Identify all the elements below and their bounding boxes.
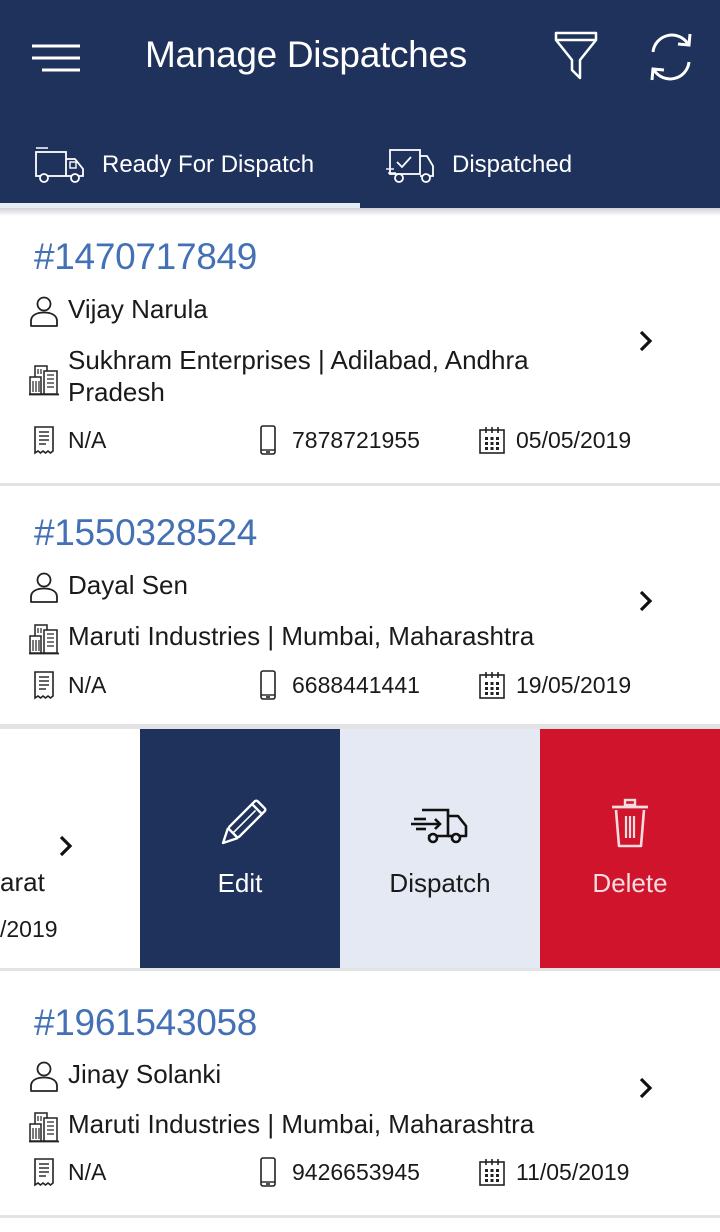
phone-icon (254, 670, 282, 700)
receipt-icon (30, 425, 58, 455)
phone-meta: 9426653945 (254, 1157, 420, 1187)
menu-button[interactable] (30, 38, 82, 78)
chevron-right-icon[interactable] (634, 1073, 658, 1103)
tab-label: Ready For Dispatch (102, 151, 315, 178)
building-icon (28, 621, 60, 655)
company-location: Maruti Industries | Mumbai, Maharashtra (68, 1109, 535, 1139)
date-value: 05/05/2019 (516, 426, 632, 453)
phone-value: 7878721955 (292, 426, 420, 453)
chevron-right-icon[interactable] (634, 586, 658, 616)
invoice-meta: N/A (30, 670, 106, 700)
user-icon (28, 1059, 60, 1093)
building-icon (28, 362, 60, 396)
invoice-meta: N/A (30, 425, 106, 455)
company-location: Sukhram Enterprises | Adilabad, Andhra (68, 345, 529, 375)
tab-ready-for-dispatch[interactable]: Ready For Dispatch (34, 130, 314, 200)
customer-name: Dayal Sen (68, 570, 188, 600)
date-value: 19/05/2019 (516, 671, 632, 698)
order-card[interactable]: #1470717849 Vijay Narula Sukhram Enterpr… (0, 216, 720, 486)
date-fragment: /2019 (0, 916, 58, 942)
phone-meta: 6688441441 (254, 670, 420, 700)
refresh-icon (650, 33, 692, 81)
trash-icon (612, 798, 648, 848)
order-id: #1470717849 (34, 236, 258, 277)
building-icon (28, 1109, 60, 1143)
phone-icon (254, 425, 282, 455)
user-icon (28, 570, 60, 604)
tab-label: Dispatched (452, 151, 573, 178)
refresh-button[interactable] (644, 30, 698, 84)
order-card[interactable]: #1550328524 Dayal Sen Maruti Industries … (0, 486, 720, 727)
app-bar: Manage Dispatches Ready For Dispatch Dis… (0, 0, 720, 208)
truck-check-icon (386, 149, 434, 183)
date-meta: 05/05/2019 (478, 425, 631, 455)
calendar-icon (478, 1157, 506, 1187)
invoice-meta: N/A (30, 1157, 106, 1187)
receipt-icon (30, 1157, 58, 1187)
customer-row: Dayal Sen (28, 570, 188, 604)
customer-name: Vijay Narula (68, 294, 208, 324)
phone-meta: 7878721955 (254, 425, 420, 455)
customer-row: Jinay Solanki (28, 1059, 221, 1093)
company-row: Sukhram Enterprises | Adilabad, Andhra P… (28, 344, 529, 408)
dispatch-button[interactable]: Dispatch (340, 729, 540, 968)
edit-button[interactable]: Edit (140, 729, 340, 968)
truck-icon (35, 147, 84, 183)
customer-row: Vijay Narula (28, 294, 208, 328)
tab-dispatched[interactable]: Dispatched (384, 130, 572, 200)
company-location: Maruti Industries | Mumbai, Maharashtra (68, 621, 535, 651)
location-fragment: arat (0, 867, 45, 897)
filter-button[interactable] (553, 30, 599, 82)
company-location-cont: Pradesh (68, 377, 165, 407)
dispatch-label: Dispatch (389, 868, 491, 898)
calendar-icon (478, 670, 506, 700)
phone-value: 6688441441 (292, 671, 420, 698)
invoice-value: N/A (68, 1158, 107, 1185)
user-icon (28, 294, 60, 328)
chevron-right-icon[interactable] (634, 326, 658, 356)
calendar-icon (478, 425, 506, 455)
company-row: Maruti Industries | Mumbai, Maharashtra (28, 621, 534, 655)
order-id: #1961543058 (34, 1002, 258, 1043)
edit-label: Edit (217, 868, 263, 898)
appbar-shadow (0, 208, 720, 216)
order-card[interactable]: #1961543058 Jinay Solanki Maruti Industr… (0, 973, 720, 1218)
chevron-right-icon[interactable] (54, 831, 78, 861)
invoice-value: N/A (68, 426, 107, 453)
phone-icon (254, 1157, 282, 1187)
order-card-peek[interactable]: arat /2019 (0, 729, 140, 968)
delete-button[interactable]: Delete (540, 729, 720, 968)
invoice-value: N/A (68, 671, 107, 698)
page-title: Manage Dispatches (145, 34, 467, 75)
phone-value: 9426653945 (292, 1158, 420, 1185)
filter-funnel-icon (554, 31, 598, 80)
company-row: Maruti Industries | Mumbai, Maharashtra (28, 1109, 534, 1143)
fast-truck-icon (411, 808, 468, 844)
receipt-icon (30, 670, 58, 700)
delete-label: Delete (592, 868, 668, 898)
date-value: 11/05/2019 (516, 1158, 630, 1185)
customer-name: Jinay Solanki (68, 1059, 222, 1089)
pencil-icon (221, 799, 267, 845)
date-meta: 11/05/2019 (478, 1157, 629, 1187)
order-id: #1550328524 (34, 512, 258, 553)
hamburger-menu-icon (32, 44, 80, 72)
date-meta: 19/05/2019 (478, 670, 631, 700)
swiped-order-row: arat /2019 Edit Dispatch Delete (0, 727, 720, 971)
